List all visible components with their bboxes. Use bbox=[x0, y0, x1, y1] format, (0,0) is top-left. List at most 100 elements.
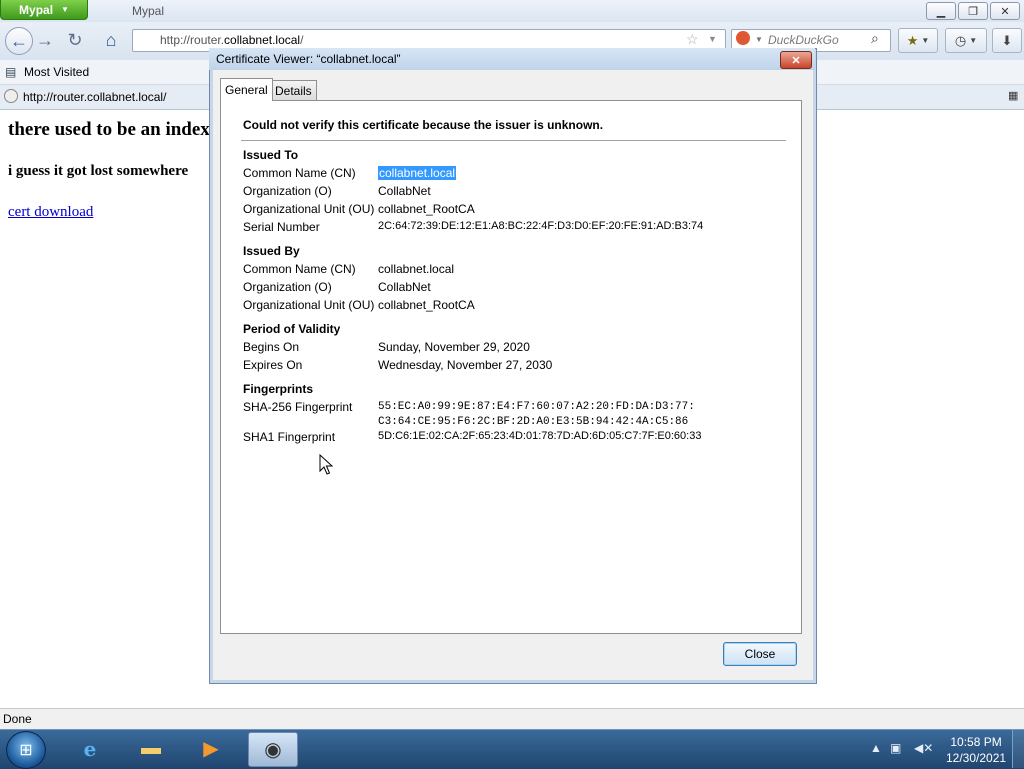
internet-explorer-icon: e bbox=[83, 736, 97, 761]
fingerprints-heading: Fingerprints bbox=[243, 382, 314, 396]
sha256-value-line2[interactable]: C3:64:CE:95:F6:2C:BF:2D:A0:E3:5B:94:42:4… bbox=[378, 416, 688, 428]
validity-heading: Period of Validity bbox=[243, 322, 341, 336]
issued-to-ou-value[interactable]: collabnet_RootCA bbox=[378, 202, 475, 216]
clock-time: 10:58 PM bbox=[950, 735, 1002, 749]
reload-button[interactable]: ↻ bbox=[64, 29, 86, 51]
close-icon: ✕ bbox=[1000, 5, 1010, 18]
issued-by-o-value[interactable]: CollabNet bbox=[378, 280, 431, 294]
restore-button[interactable]: ❐ bbox=[958, 2, 988, 20]
restore-icon: ❐ bbox=[968, 5, 978, 18]
begins-on-label: Begins On bbox=[243, 340, 300, 354]
show-hidden-icons-button[interactable]: ▲ bbox=[870, 741, 882, 755]
globe-icon bbox=[4, 89, 18, 103]
minimize-icon: ▁ bbox=[936, 5, 946, 18]
url-history-dropdown-icon[interactable]: ▼ bbox=[708, 34, 717, 44]
begins-on-value[interactable]: Sunday, November 29, 2020 bbox=[378, 340, 530, 354]
start-button[interactable]: ⊞ bbox=[6, 731, 46, 769]
show-desktop-button[interactable] bbox=[1012, 730, 1024, 768]
issued-to-heading: Issued To bbox=[243, 148, 299, 162]
page-heading: there used to be an index bbox=[8, 119, 210, 140]
chevron-down-icon: ▼ bbox=[921, 36, 930, 45]
app-menu-label: Mypal bbox=[19, 2, 54, 17]
bookmark-most-visited[interactable]: Most Visited bbox=[24, 65, 89, 79]
home-button[interactable]: ⌂ bbox=[100, 29, 122, 51]
tab-details[interactable]: Details bbox=[270, 80, 317, 100]
cert-download-link[interactable]: cert download bbox=[8, 204, 93, 221]
bookmark-star-icon[interactable]: ☆ bbox=[686, 31, 699, 48]
issued-to-ou-label: Organizational Unit (OU) bbox=[243, 202, 375, 216]
search-placeholder: DuckDuckGo bbox=[768, 33, 839, 47]
clock-date: 12/30/2021 bbox=[946, 751, 1007, 765]
url-domain: collabnet.local bbox=[224, 33, 301, 47]
dropdown-arrow-icon: ▼ bbox=[61, 5, 69, 14]
search-icon[interactable]: ⌕ bbox=[871, 30, 879, 47]
sha256-value-line1[interactable]: 55:EC:A0:99:9E:87:E4:F7:60:07:A2:20:FD:D… bbox=[378, 401, 695, 413]
window-close-button[interactable]: ✕ bbox=[990, 2, 1020, 20]
media-player-icon: ▶ bbox=[203, 738, 219, 760]
status-text: Done bbox=[3, 712, 32, 726]
back-button[interactable]: ← bbox=[5, 27, 33, 55]
star-icon: ★ bbox=[906, 32, 919, 48]
issued-to-o-label: Organization (O) bbox=[243, 184, 332, 198]
status-bar bbox=[0, 708, 1024, 730]
taskbar-explorer[interactable]: ▬ bbox=[127, 732, 175, 765]
app-menu-button[interactable]: Mypal ▼ bbox=[0, 0, 88, 20]
history-button[interactable]: ◷ ▼ bbox=[945, 28, 987, 53]
windows-logo-icon: ⊞ bbox=[19, 742, 33, 759]
url-text: http://router.collabnet.local/ bbox=[160, 33, 303, 47]
dialog-close-button[interactable]: ✕ bbox=[780, 51, 812, 69]
forward-button[interactable]: → bbox=[34, 29, 56, 51]
duckduckgo-icon[interactable] bbox=[736, 31, 750, 45]
tab-grid-icon[interactable]: ▦ bbox=[1008, 89, 1018, 102]
download-arrow-icon: ⬇ bbox=[1001, 32, 1013, 48]
url-suffix: / bbox=[300, 33, 304, 47]
taskbar-internet-explorer[interactable]: e bbox=[66, 732, 114, 765]
downloads-button[interactable]: ⬇ bbox=[992, 28, 1022, 53]
close-button-label: Close bbox=[744, 647, 776, 661]
back-arrow-icon: ← bbox=[10, 30, 28, 51]
minimize-button[interactable]: ▁ bbox=[926, 2, 956, 20]
issued-by-heading: Issued By bbox=[243, 244, 300, 258]
reload-icon: ↻ bbox=[67, 29, 83, 50]
expires-on-label: Expires On bbox=[243, 358, 303, 372]
issued-by-cn-value[interactable]: collabnet.local bbox=[378, 262, 454, 276]
issued-by-cn-label: Common Name (CN) bbox=[243, 262, 356, 276]
url-prefix: http://router. bbox=[160, 33, 225, 47]
serial-number-value[interactable]: 2C:64:72:39:DE:12:E1:A8:BC:22:4F:D3:D0:E… bbox=[378, 220, 703, 232]
clock-icon: ◷ bbox=[954, 32, 967, 48]
taskbar-clock[interactable]: 10:58 PM 12/30/2021 bbox=[946, 734, 1006, 766]
close-button[interactable]: Close bbox=[723, 642, 797, 666]
issued-to-cn-value[interactable]: collabnet.local bbox=[378, 166, 457, 180]
window-title: Mypal bbox=[132, 4, 165, 18]
expires-on-value[interactable]: Wednesday, November 27, 2030 bbox=[378, 358, 552, 372]
tab-general[interactable]: General bbox=[220, 78, 273, 101]
selected-text[interactable]: collabnet.local bbox=[378, 166, 457, 180]
serial-number-label: Serial Number bbox=[243, 220, 320, 234]
bookmark-page-icon: ▤ bbox=[5, 65, 17, 79]
issued-by-ou-label: Organizational Unit (OU) bbox=[243, 298, 375, 312]
issued-to-o-value[interactable]: CollabNet bbox=[378, 184, 431, 198]
volume-muted-icon[interactable]: ◀✕ bbox=[914, 741, 933, 755]
verification-warning: Could not verify this certificate becaus… bbox=[243, 118, 604, 132]
sha1-label: SHA1 Fingerprint bbox=[243, 430, 336, 444]
issued-by-o-label: Organization (O) bbox=[243, 280, 332, 294]
folder-icon: ▬ bbox=[141, 737, 161, 759]
forward-arrow-icon: → bbox=[36, 29, 54, 50]
divider bbox=[241, 140, 786, 141]
sha256-label: SHA-256 Fingerprint bbox=[243, 400, 353, 414]
browser-tab-title[interactable]: http://router.collabnet.local/ bbox=[23, 90, 166, 104]
taskbar-mypal[interactable]: ◉ bbox=[248, 732, 298, 767]
issued-to-cn-label: Common Name (CN) bbox=[243, 166, 356, 180]
raccoon-icon: ◉ bbox=[264, 739, 282, 761]
page-subheading: i guess it got lost somewhere bbox=[8, 163, 189, 179]
dialog-title: Certificate Viewer: “collabnet.local” bbox=[216, 52, 401, 66]
taskbar-media-player[interactable]: ▶ bbox=[187, 732, 235, 765]
sha1-value[interactable]: 5D:C6:1E:02:CA:2F:65:23:4D:01:78:7D:AD:6… bbox=[378, 430, 701, 442]
home-icon: ⌂ bbox=[105, 29, 117, 50]
network-icon[interactable]: ▣ bbox=[890, 741, 901, 755]
issued-by-ou-value[interactable]: collabnet_RootCA bbox=[378, 298, 475, 312]
search-engine-dropdown-icon[interactable]: ▼ bbox=[755, 35, 763, 44]
mouse-cursor-icon bbox=[319, 454, 334, 475]
chevron-down-icon: ▼ bbox=[969, 36, 978, 45]
bookmarks-button[interactable]: ★ ▼ bbox=[898, 28, 938, 53]
